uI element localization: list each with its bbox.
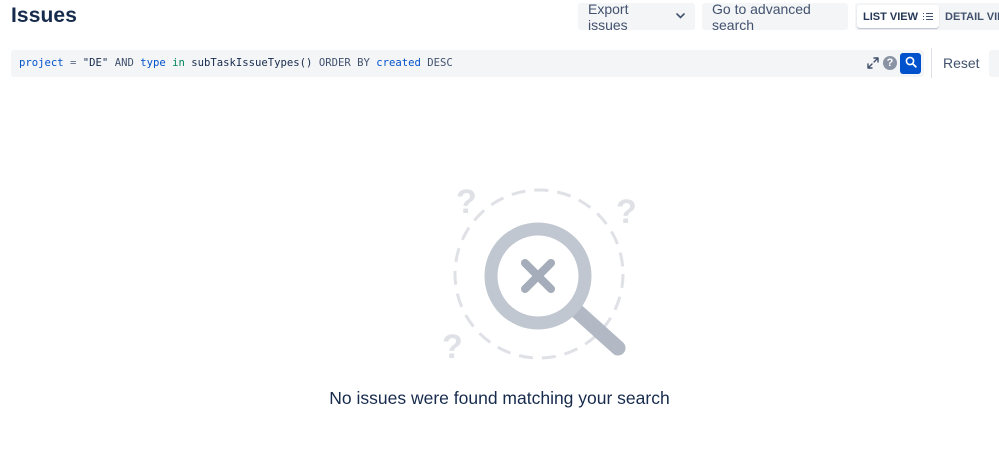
help-icon[interactable]: ? xyxy=(883,56,897,70)
export-issues-button[interactable]: Export issues xyxy=(578,0,695,33)
svg-text:?: ? xyxy=(442,328,463,366)
more-button[interactable] xyxy=(989,50,999,77)
magnifier-x-icon: ? ? ? xyxy=(440,178,640,368)
expand-icon[interactable] xyxy=(866,56,880,70)
detail-view-label: DETAIL VIEW xyxy=(945,10,999,23)
issues-page: Issues Export issues Go to advanced sear… xyxy=(0,0,999,455)
query-token-in: in xyxy=(172,57,185,69)
list-view-button[interactable]: LIST VIEW xyxy=(857,5,939,28)
advanced-search-label: Go to advanced search xyxy=(712,0,811,33)
svg-text:?: ? xyxy=(616,193,637,231)
jql-search-input[interactable]: project = "DE" AND type in subTaskIssueT… xyxy=(11,50,924,77)
query-token-direction: DESC xyxy=(420,57,453,69)
query-token-function: subTaskIssueTypes() xyxy=(184,57,319,69)
query-token-field: project xyxy=(19,57,64,69)
chevron-down-icon xyxy=(676,11,685,22)
search-icon xyxy=(905,55,917,73)
list-view-label: LIST VIEW xyxy=(863,10,918,23)
query-token-string: "DE" xyxy=(82,57,109,69)
empty-state-message: No issues were found matching your searc… xyxy=(329,388,670,408)
query-token-field: created xyxy=(376,57,421,69)
query-token-order-by: ORDER BY xyxy=(318,57,370,69)
jql-query: project = "DE" AND type in subTaskIssueT… xyxy=(19,57,453,69)
query-token-and: AND xyxy=(108,57,141,69)
list-icon xyxy=(923,13,933,20)
search-button[interactable] xyxy=(900,53,921,74)
toolbar-divider xyxy=(931,48,932,78)
detail-view-button[interactable]: DETAIL VIEW xyxy=(939,5,999,28)
query-token-field: type xyxy=(140,57,166,69)
reset-button[interactable]: Reset xyxy=(943,55,980,71)
advanced-search-button[interactable]: Go to advanced search xyxy=(702,0,848,33)
svg-text:?: ? xyxy=(456,183,477,221)
view-toggle: LIST VIEW DETAIL VIEW xyxy=(855,3,999,30)
page-title: Issues xyxy=(11,4,77,27)
query-token-operator: = xyxy=(63,57,83,69)
export-issues-label: Export issues xyxy=(588,0,629,33)
